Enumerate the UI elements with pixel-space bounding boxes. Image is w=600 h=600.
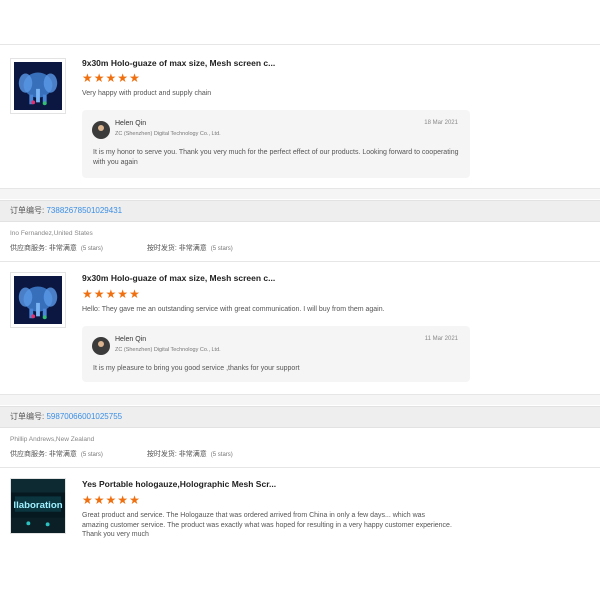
elephant-hologram-image [14,62,62,110]
review-text: Great product and service. The Hologauze… [82,512,452,538]
star-icon: ★ [105,287,117,301]
rating-sub: (5 stars) [210,452,233,458]
star-icon: ★ [129,71,140,85]
star-icon: ★ [82,493,93,507]
order-number-link[interactable]: 59870066001025755 [46,412,122,421]
order-bar: 订单编号: 73882678501029431 [0,200,600,222]
reply-message: It is my honor to serve you. Thank you v… [93,149,459,166]
star-icon: ★ [105,71,117,85]
avatar [92,121,110,139]
row-divider [0,261,600,262]
supplier-reply: Helen Qin ZC (Shenzhen) Digital Technolo… [82,326,470,382]
star-icon: ★ [117,287,129,301]
star-icon: ★ [129,493,140,507]
reply-date: 18 Mar 2021 [424,120,458,126]
product-thumbnail[interactable] [10,272,66,328]
rating-sub: (5 stars) [80,452,103,458]
star-icon: ★ [93,493,105,507]
avatar [92,337,110,355]
product-title[interactable]: 9x30m Holo-guaze of max size, Mesh scree… [82,58,275,68]
review-text: Very happy with product and supply chain [82,90,212,97]
buyer-info: Phillip Andrews,New Zealand [10,436,95,443]
supplier-ratings: 供应商服务: 非常满意 (5 stars) 按时发货: 非常满意 (5 stars) [10,243,233,253]
order-number-link[interactable]: 73882678501029431 [46,206,122,215]
top-divider [0,44,600,45]
product-thumbnail[interactable]: llaboration [10,478,66,534]
thumbnail-caption: llaboration [13,500,62,511]
rating-stars: ★ ★ ★ ★ ★ [82,72,140,84]
buyer-info: Ino Fernandez,United States [10,230,93,237]
star-icon: ★ [129,287,140,301]
rating-sub: (5 stars) [80,246,103,252]
on-time-shipment-rating: 按时发货: 非常满意 [146,245,207,252]
star-icon: ★ [93,287,105,301]
product-title[interactable]: Yes Portable hologauze,Holographic Mesh … [82,479,276,489]
star-icon: ★ [117,493,129,507]
product-title[interactable]: 9x30m Holo-guaze of max size, Mesh scree… [82,273,275,283]
rating-stars: ★ ★ ★ ★ ★ [82,494,140,506]
reply-name: Helen Qin [115,120,147,127]
hologauze-stage-image: llaboration [11,479,65,533]
on-time-shipment-rating: 按时发货: 非常满意 [146,451,207,458]
row-divider [0,467,600,468]
supplier-ratings: 供应商服务: 非常满意 (5 stars) 按时发货: 非常满意 (5 stars) [10,449,233,459]
order-bar: 订单编号: 59870066001025755 [0,406,600,428]
reply-date: 11 Mar 2021 [424,336,458,342]
reply-company: ZC (Shenzhen) Digital Technology Co., Lt… [115,347,221,353]
order-label: 订单编号: [10,412,45,421]
order-label: 订单编号: [10,206,45,215]
rating-stars: ★ ★ ★ ★ ★ [82,288,140,300]
reply-message: It is my pleasure to bring you good serv… [93,365,300,372]
supplier-service-rating: 供应商服务: 非常满意 [10,245,77,252]
supplier-service-rating: 供应商服务: 非常满意 [10,451,77,458]
elephant-hologram-image [14,276,62,324]
product-thumbnail[interactable] [10,58,66,114]
section-gap [0,189,600,199]
star-icon: ★ [82,71,93,85]
supplier-reply: Helen Qin ZC (Shenzhen) Digital Technolo… [82,110,470,178]
star-icon: ★ [82,287,93,301]
star-icon: ★ [93,71,105,85]
reply-company: ZC (Shenzhen) Digital Technology Co., Lt… [115,131,221,137]
section-gap [0,395,600,405]
review-text: Hello: They gave me an outstanding servi… [82,306,385,313]
star-icon: ★ [105,493,117,507]
star-icon: ★ [117,71,129,85]
reply-name: Helen Qin [115,336,147,343]
rating-sub: (5 stars) [210,246,233,252]
